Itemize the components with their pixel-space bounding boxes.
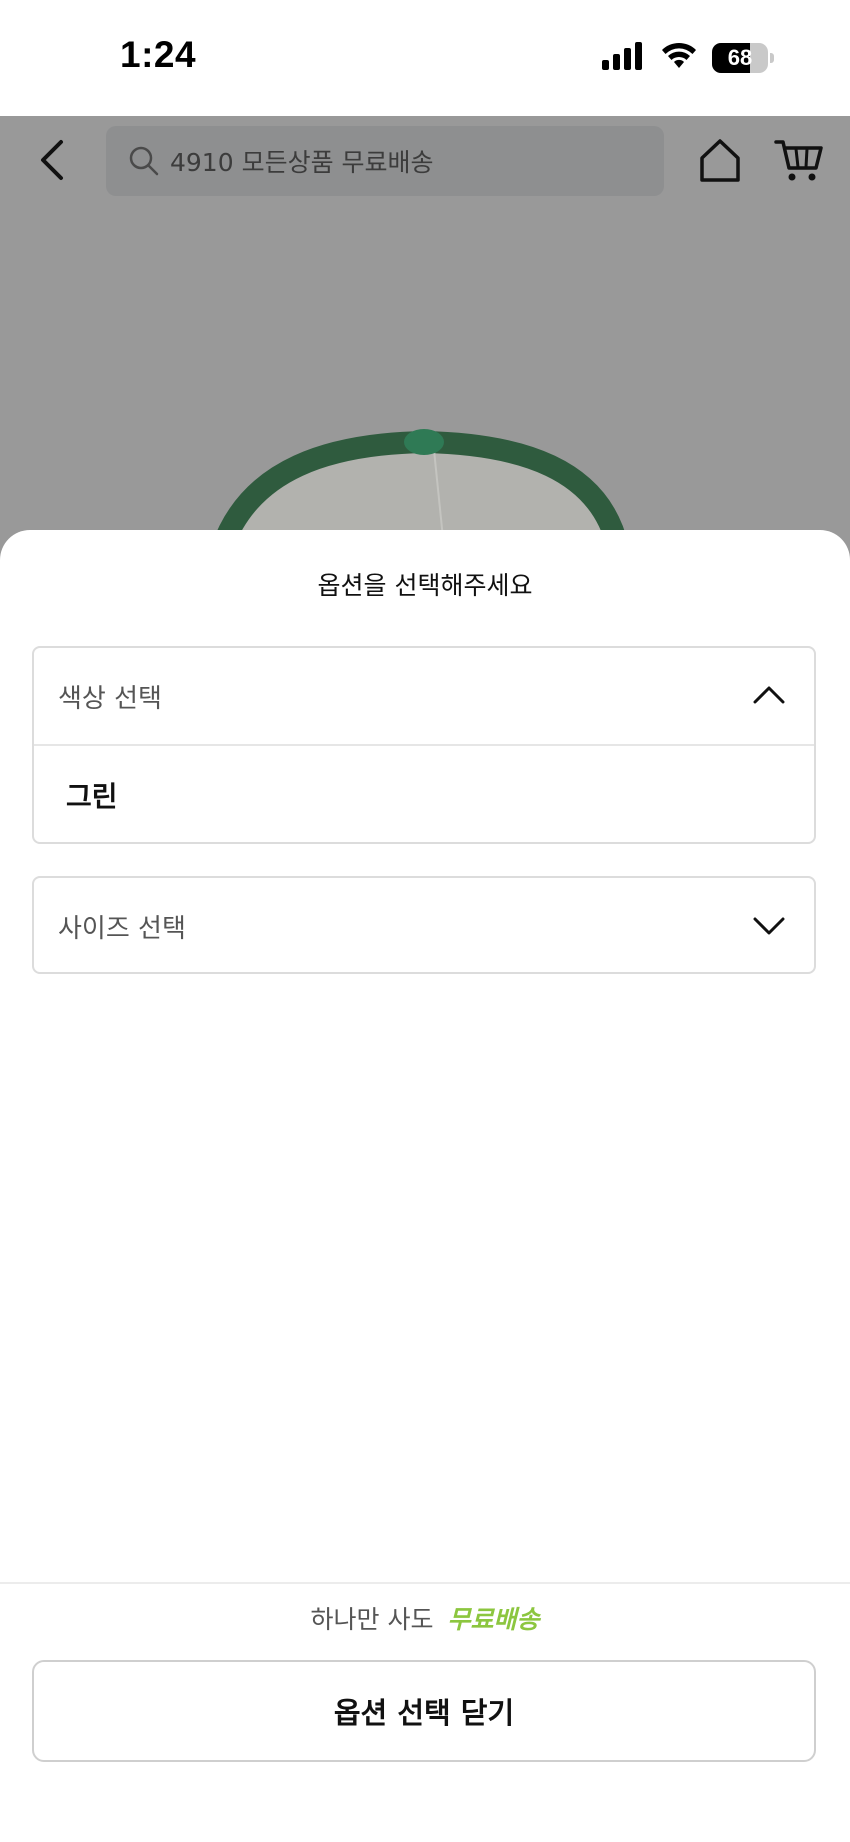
cart-button[interactable] bbox=[774, 136, 824, 184]
back-arrow-icon bbox=[41, 140, 63, 180]
top-nav: 4910 모든상품 무료배송 bbox=[0, 116, 850, 204]
color-option-label: 그린 bbox=[66, 780, 118, 813]
chevron-up-icon bbox=[753, 686, 785, 704]
close-options-button[interactable]: 옵션 선택 닫기 bbox=[32, 1660, 816, 1762]
back-button[interactable] bbox=[28, 132, 76, 188]
free-shipping-prefix: 하나만 사도 bbox=[310, 1605, 434, 1634]
wifi-icon bbox=[660, 42, 698, 74]
home-button[interactable] bbox=[696, 136, 744, 184]
search-icon bbox=[128, 145, 160, 177]
status-bar: 1:24 68 bbox=[0, 0, 850, 116]
cellular-signal-icon bbox=[602, 42, 646, 74]
battery-icon: 68 bbox=[712, 43, 774, 73]
search-text: 4910 모든상품 무료배송 bbox=[170, 148, 434, 177]
home-icon bbox=[700, 139, 740, 182]
status-time: 1:24 bbox=[120, 34, 197, 75]
search-input[interactable]: 4910 모든상품 무료배송 bbox=[106, 126, 664, 196]
color-select-label: 색상 선택 bbox=[58, 683, 162, 714]
footer-divider bbox=[0, 1582, 850, 1584]
chevron-down-icon bbox=[753, 917, 785, 935]
cart-icon bbox=[774, 140, 823, 181]
size-select-label: 사이즈 선택 bbox=[58, 913, 186, 944]
page: 1:24 68 4910 모든상품 무료배송 옵션을 선택해주세요 색상 선택 … bbox=[0, 0, 850, 1842]
size-select: 사이즈 선택 bbox=[32, 876, 816, 974]
color-select-header[interactable]: 색상 선택 bbox=[34, 648, 814, 744]
option-sheet: 옵션을 선택해주세요 색상 선택 그린 사이즈 선택 하나만 사도 무료배송 옵… bbox=[0, 530, 850, 1842]
color-select: 색상 선택 그린 bbox=[32, 646, 816, 844]
status-icons: 68 bbox=[602, 40, 774, 76]
size-select-header[interactable]: 사이즈 선택 bbox=[34, 878, 814, 974]
sheet-title: 옵션을 선택해주세요 bbox=[317, 571, 533, 600]
free-shipping-banner: 하나만 사도 무료배송 bbox=[0, 1600, 850, 1636]
free-shipping-highlight: 무료배송 bbox=[447, 1605, 540, 1634]
color-option-item[interactable]: 그린 bbox=[34, 746, 814, 844]
battery-level: 68 bbox=[727, 45, 753, 70]
